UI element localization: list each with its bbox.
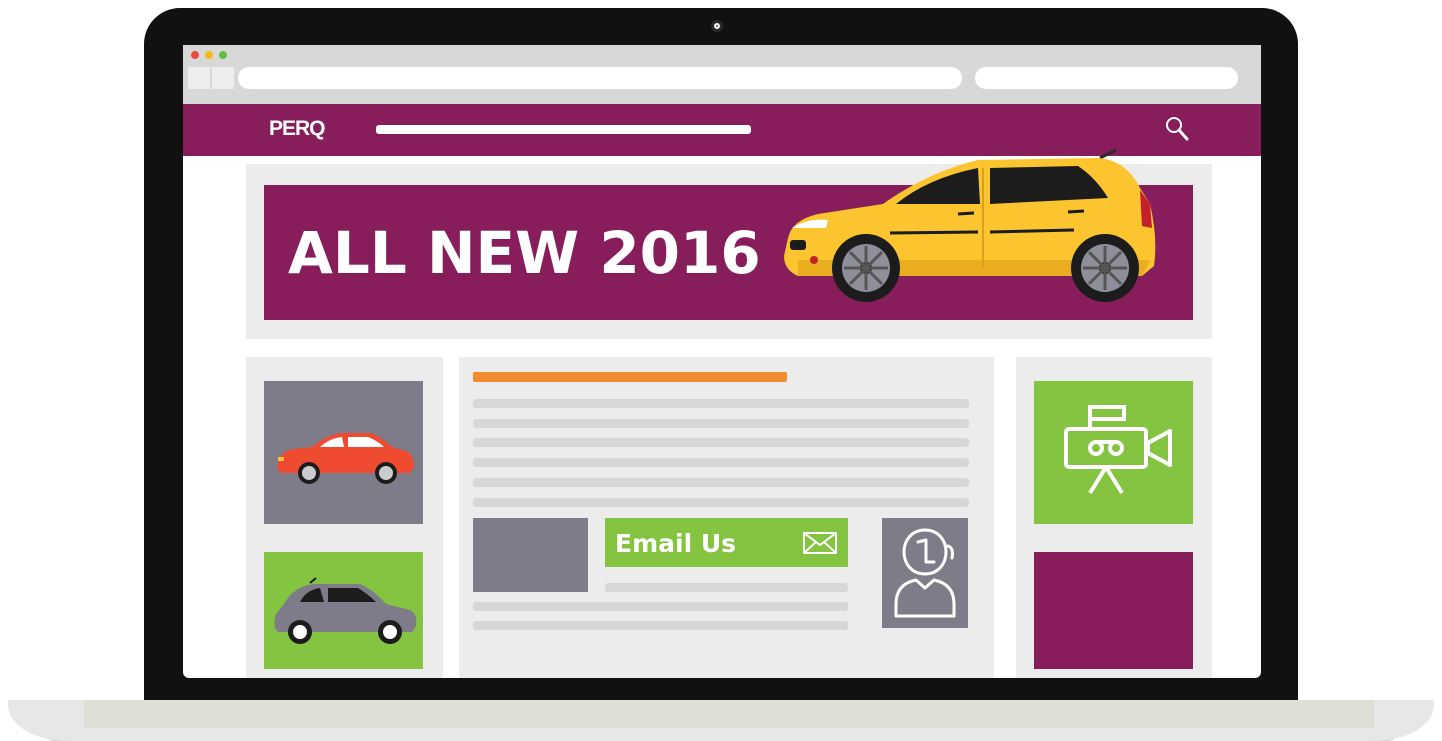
- minimize-window-dot[interactable]: [205, 51, 213, 59]
- text-line-placeholder: [473, 458, 969, 467]
- maximize-window-dot[interactable]: [219, 51, 227, 59]
- laptop-base-hinge: [84, 700, 1374, 728]
- user-avatar-icon: [894, 528, 956, 618]
- red-coupe-car-image: [277, 433, 414, 484]
- video-tour-tile[interactable]: [1034, 381, 1193, 524]
- vehicle-thumbnail-gray-sedan[interactable]: [264, 552, 423, 669]
- search-icon[interactable]: [1162, 114, 1192, 144]
- text-line-placeholder: [605, 583, 848, 592]
- hero-title: ALL NEW 2016: [288, 219, 761, 287]
- browser-window: PERQ ALL NEW 2016 Email Us: [183, 45, 1261, 678]
- text-line-placeholder: [473, 478, 969, 487]
- left-sidebar: [246, 357, 443, 678]
- nav-menu-placeholder[interactable]: [376, 125, 751, 134]
- promo-tile[interactable]: [1034, 552, 1193, 669]
- video-camera-icon: [1064, 405, 1172, 495]
- close-window-dot[interactable]: [191, 51, 199, 59]
- vehicle-thumbnail-red-coupe[interactable]: [264, 381, 423, 524]
- email-us-button[interactable]: Email Us: [605, 518, 848, 567]
- browser-toolbar: [183, 45, 1261, 104]
- gray-sedan-car-image: [274, 577, 417, 644]
- envelope-icon: [803, 532, 837, 554]
- brand-logo[interactable]: PERQ: [269, 117, 326, 141]
- text-line-placeholder: [473, 419, 969, 428]
- text-line-placeholder: [473, 621, 848, 630]
- yellow-hatchback-car-image: [784, 148, 1156, 302]
- email-us-label: Email Us: [615, 529, 737, 558]
- forward-button[interactable]: [212, 67, 234, 89]
- text-line-placeholder: [473, 399, 969, 408]
- text-line-placeholder: [473, 438, 969, 447]
- back-button[interactable]: [188, 67, 210, 89]
- browser-search-field[interactable]: [975, 67, 1238, 89]
- agent-avatar[interactable]: [882, 518, 968, 628]
- article-heading-placeholder: [473, 372, 787, 382]
- main-content: Email Us: [459, 357, 994, 678]
- laptop-base: [8, 700, 1434, 741]
- image-placeholder: [473, 518, 588, 592]
- webcam-icon: [711, 20, 723, 32]
- text-line-placeholder: [473, 498, 969, 507]
- text-line-placeholder: [473, 602, 848, 611]
- right-sidebar: [1016, 357, 1212, 678]
- address-bar[interactable]: [238, 67, 962, 89]
